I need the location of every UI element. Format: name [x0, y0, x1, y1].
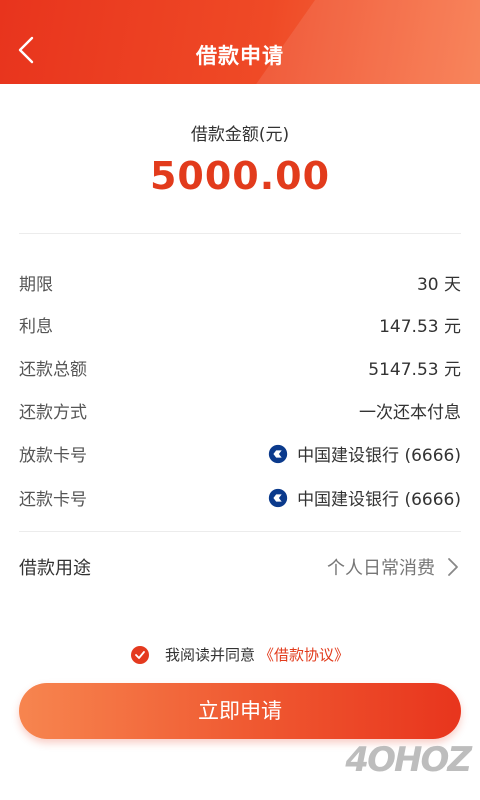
divider [19, 233, 461, 234]
detail-value: 一次还本付息 [359, 403, 461, 423]
detail-row-repay-card: 还款卡号 中国建设银行 (6666) [19, 481, 461, 511]
purpose-label: 借款用途 [19, 558, 91, 579]
agreement-text: 我阅读并同意 [164, 646, 255, 664]
agreement-link[interactable]: 《借款协议》 [259, 644, 349, 665]
detail-value: 中国建设银行 (6666) [297, 490, 461, 510]
detail-label: 还款总额 [19, 360, 87, 380]
detail-row-method: 还款方式 一次还本付息 [19, 394, 461, 424]
detail-label: 放款卡号 [19, 446, 87, 466]
detail-value: 30 天 [416, 275, 461, 295]
amount-label: 借款金额(元) [190, 125, 290, 145]
chevron-right-icon [448, 558, 458, 576]
detail-value: 中国建设银行 (6666) [297, 446, 461, 466]
detail-label: 利息 [19, 317, 53, 337]
detail-row-interest: 利息 147.53 元 [19, 308, 461, 338]
detail-value-wrap: 中国建设银行 (6666) [267, 441, 461, 466]
app-header: 借款申请 [0, 0, 480, 84]
check-icon [135, 650, 145, 659]
divider [19, 531, 461, 532]
detail-row-disburse-card: 放款卡号 中国建设银行 (6666) [19, 437, 461, 467]
detail-value: 147.53 元 [379, 317, 461, 337]
loan-amount-section: 借款金额(元) 5000.00 [0, 84, 480, 234]
ccb-bank-icon [268, 488, 288, 507]
agreement-checkbox[interactable] [130, 645, 149, 664]
purpose-value: 个人日常消费 [327, 558, 435, 579]
detail-label: 还款卡号 [19, 490, 87, 510]
page-title: 借款申请 [196, 44, 284, 68]
detail-row-term: 期限 30 天 [19, 266, 461, 296]
ccb-bank-icon [268, 444, 288, 463]
detail-value-wrap: 中国建设银行 (6666) [267, 485, 461, 510]
watermark-logo: 4OHOZ [345, 740, 472, 780]
detail-label: 还款方式 [19, 403, 87, 423]
loan-purpose-selector[interactable]: 借款用途 个人日常消费 [19, 552, 461, 582]
detail-label: 期限 [19, 275, 53, 295]
detail-row-total: 还款总额 5147.53 元 [19, 351, 461, 381]
amount-value: 5000.00 [149, 154, 331, 198]
agreement-row: 我阅读并同意 《借款协议》 [0, 644, 480, 665]
submit-button[interactable]: 立即申请 [19, 683, 461, 739]
detail-value: 5147.53 元 [368, 360, 461, 380]
